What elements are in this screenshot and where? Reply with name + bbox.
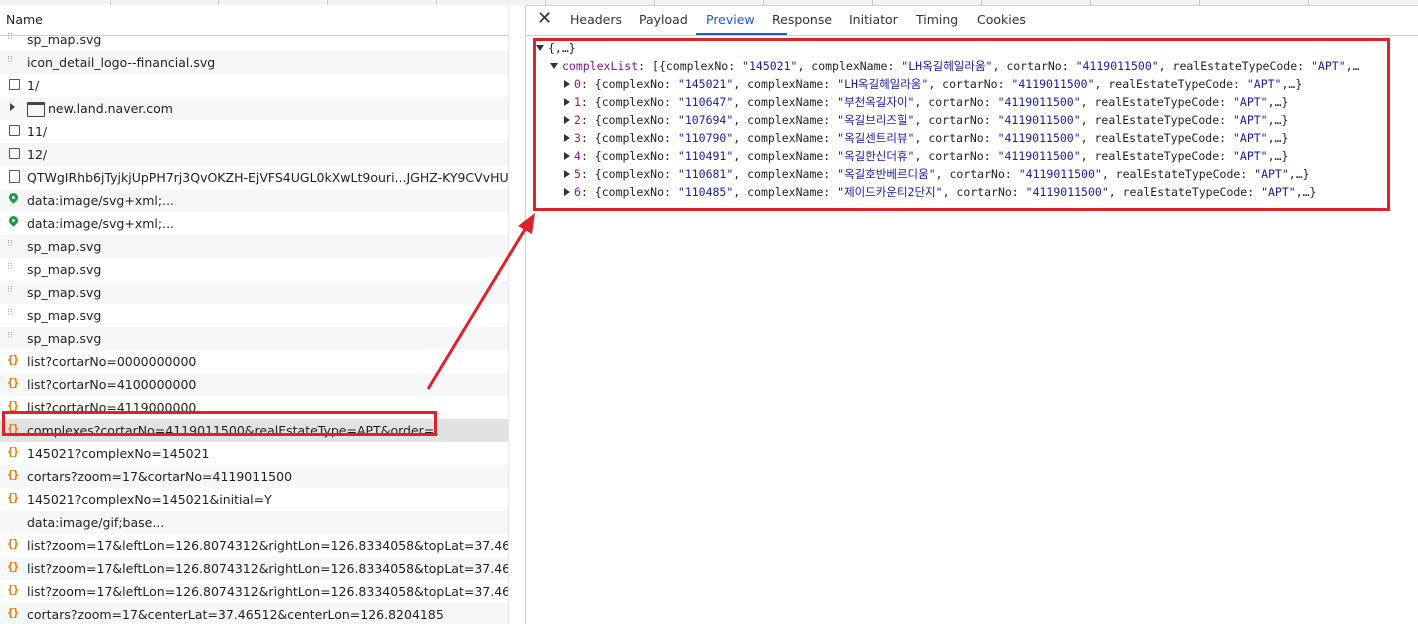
xhr-icon: {} xyxy=(7,376,19,389)
request-name: 12/ xyxy=(27,147,48,162)
request-name: QTWgIRhb6jTyjkjUpPH7rj3QvOKZH-EjVFS4UGL0… xyxy=(27,170,508,185)
xhr-icon: {} xyxy=(7,491,19,504)
request-row[interactable]: ⁝⁝ sp_map.svg xyxy=(0,281,508,304)
map-pin-icon xyxy=(7,214,20,227)
request-row[interactable]: ⁝⁝ sp_map.svg xyxy=(0,258,508,281)
request-row[interactable]: {} list?zoom=17&leftLon=126.8074312&right… xyxy=(0,534,508,557)
request-row[interactable]: {} 145021?complexNo=145021 xyxy=(0,442,508,465)
request-row[interactable]: ⁝⁝ sp_map.svg xyxy=(0,235,508,258)
network-request-list: Name ⁝⁝ sp_map.svg ⁝⁝ icon_detail_logo--fin… xyxy=(0,5,526,624)
svg-file-icon: ⁝⁝ xyxy=(7,285,13,295)
xhr-icon: {} xyxy=(7,537,19,550)
request-name: sp_map.svg xyxy=(27,262,102,277)
document-icon xyxy=(9,79,20,90)
request-name: list?zoom=17&leftLon=126.8074312&rightLo… xyxy=(27,538,508,553)
request-name: new.land.naver.com xyxy=(48,101,173,116)
request-row[interactable]: {} list?zoom=17&leftLon=126.8074312&right… xyxy=(0,580,508,603)
document-icon xyxy=(9,125,20,136)
request-name: cortars?zoom=17&centerLat=37.46512&cente… xyxy=(27,607,444,622)
tab-preview[interactable]: Preview xyxy=(706,12,755,27)
request-name: list?zoom=17&leftLon=126.8074312&rightLo… xyxy=(27,561,508,576)
request-row[interactable]: {} list?zoom=17&leftLon=126.8074312&right… xyxy=(0,557,508,580)
request-row[interactable]: 12/ xyxy=(0,143,508,166)
active-tab-underline xyxy=(696,33,787,35)
svg-file-icon: ⁝⁝ xyxy=(7,55,13,65)
document-icon xyxy=(9,148,20,159)
svg-file-icon: ⁝⁝ xyxy=(7,262,13,272)
request-name: list?zoom=17&leftLon=126.8074312&rightLo… xyxy=(27,584,508,599)
tab-payload[interactable]: Payload xyxy=(639,12,688,27)
request-name: data:image/gif;base... xyxy=(27,515,165,530)
xhr-icon: {} xyxy=(7,560,19,573)
svg-file-icon: ⁝⁝ xyxy=(7,331,13,341)
request-name: 145021?complexNo=145021 xyxy=(27,446,210,461)
request-name: sp_map.svg xyxy=(27,285,102,300)
request-name: list?cortarNo=0000000000 xyxy=(27,354,197,369)
request-row[interactable]: {} cortars?zoom=17&cortarNo=4119011500 xyxy=(0,465,508,488)
xhr-icon: {} xyxy=(7,353,19,366)
expand-arrow-icon[interactable] xyxy=(10,103,15,111)
request-name: cortars?zoom=17&cortarNo=4119011500 xyxy=(27,469,293,484)
tab-bar: ✕ Headers Payload Preview Response Initi… xyxy=(526,5,1418,36)
file-icon xyxy=(9,170,20,183)
scrollbar[interactable] xyxy=(508,5,525,624)
tab-timing[interactable]: Timing xyxy=(916,12,958,27)
tab-initiator[interactable]: Initiator xyxy=(849,12,898,27)
tab-headers[interactable]: Headers xyxy=(570,12,622,27)
request-row[interactable]: ⁝⁝ sp_map.svg xyxy=(0,304,508,327)
tab-response[interactable]: Response xyxy=(772,12,832,27)
xhr-icon: {} xyxy=(7,468,19,481)
request-row[interactable]: {} cortars?zoom=17&centerLat=37.46512&cen… xyxy=(0,603,508,624)
request-row[interactable]: data:image/gif;base... xyxy=(0,511,508,534)
request-row[interactable]: ⁝⁝ sp_map.svg xyxy=(0,327,508,350)
close-icon[interactable]: ✕ xyxy=(537,8,552,29)
svg-file-icon: ⁝⁝ xyxy=(7,239,13,249)
request-name: 11/ xyxy=(27,124,48,139)
request-row[interactable]: {} list?cortarNo=4100000000 xyxy=(0,373,508,396)
highlight-box-request xyxy=(2,411,437,436)
request-row[interactable]: {} 145021?complexNo=145021&initial=Y xyxy=(0,488,508,511)
map-pin-icon xyxy=(7,191,20,204)
frame-icon xyxy=(27,102,45,117)
highlight-box-preview xyxy=(533,38,1390,211)
xhr-icon: {} xyxy=(7,583,19,596)
request-name: 145021?complexNo=145021&initial=Y xyxy=(27,492,272,507)
request-name: list?cortarNo=4100000000 xyxy=(27,377,197,392)
request-row[interactable]: new.land.naver.com xyxy=(0,97,508,120)
request-row[interactable]: ⁝⁝ icon_detail_logo--financial.svg xyxy=(0,51,508,74)
request-row[interactable]: ⁝⁝ sp_map.svg xyxy=(0,28,508,51)
request-row[interactable]: {} list?cortarNo=0000000000 xyxy=(0,350,508,373)
request-row[interactable]: data:image/svg+xml;... xyxy=(0,212,508,235)
request-row[interactable]: 11/ xyxy=(0,120,508,143)
svg-file-icon: ⁝⁝ xyxy=(7,308,13,318)
request-name: sp_map.svg xyxy=(27,331,102,346)
tab-cookies[interactable]: Cookies xyxy=(977,12,1026,27)
request-row[interactable]: QTWgIRhb6jTyjkjUpPH7rj3QvOKZH-EjVFS4UGL0… xyxy=(0,166,508,189)
xhr-icon: {} xyxy=(7,445,19,458)
request-row[interactable]: 1/ xyxy=(0,74,508,97)
request-row[interactable]: data:image/svg+xml;... xyxy=(0,189,508,212)
svg-file-icon: ⁝⁝ xyxy=(7,32,13,42)
xhr-icon: {} xyxy=(7,606,19,619)
request-name: sp_map.svg xyxy=(27,239,102,254)
request-name: sp_map.svg xyxy=(27,308,102,323)
request-name: data:image/svg+xml;... xyxy=(27,193,175,208)
request-name: 1/ xyxy=(27,78,40,93)
request-name: data:image/svg+xml;... xyxy=(27,216,175,231)
request-name: icon_detail_logo--financial.svg xyxy=(27,55,216,70)
request-name: sp_map.svg xyxy=(27,32,102,47)
